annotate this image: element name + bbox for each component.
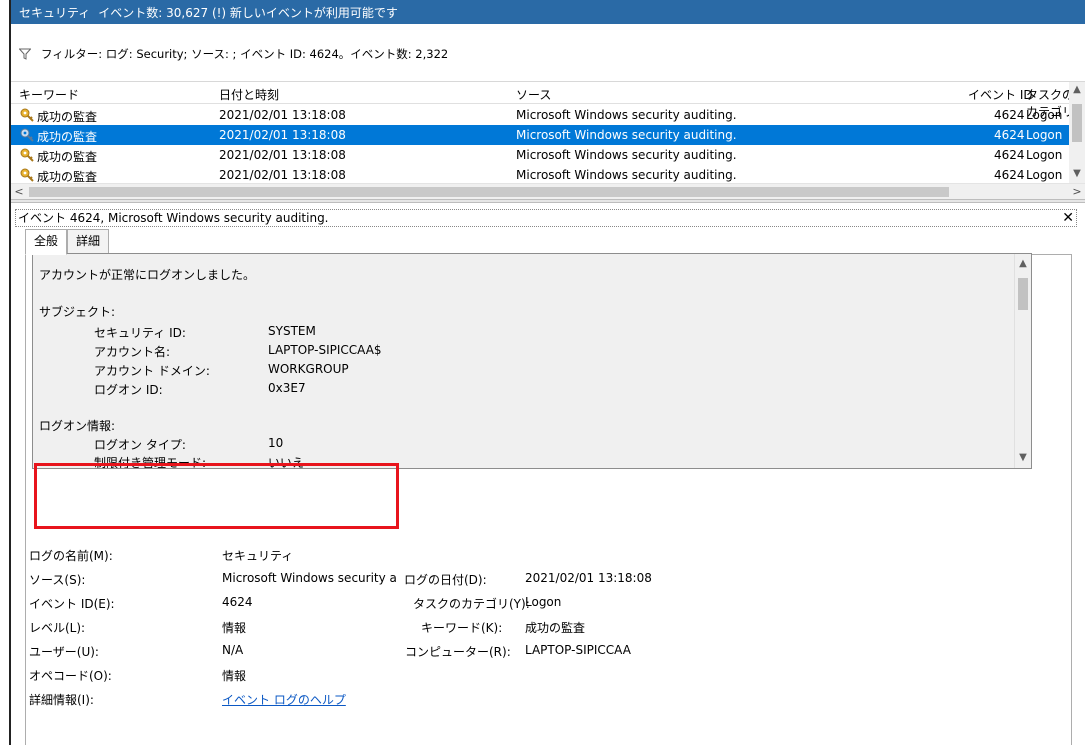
detail-tabs: 全般 詳細 (25, 229, 110, 255)
task-category-value: Logon (525, 595, 562, 609)
column-header-event-id[interactable]: イベント ID (968, 86, 1033, 103)
key-icon (20, 128, 34, 142)
log-name-label: ログの名前(M): (29, 549, 113, 563)
filter-icon (19, 48, 31, 60)
scroll-up-arrow-icon[interactable]: ▲ (1069, 82, 1085, 98)
subject-value: LAPTOP-SIPICCAA$ (268, 343, 382, 357)
scroll-down-arrow-icon[interactable]: ▼ (1069, 166, 1085, 182)
column-header-keyword[interactable]: キーワード (19, 86, 79, 103)
logon-info-highlight-box (34, 463, 399, 529)
subject-header: サブジェクト: (39, 305, 116, 319)
level-value: 情報 (222, 621, 247, 635)
row-task: Logon (1026, 168, 1063, 182)
event-list: キーワード 日付と時刻 ソース イベント ID タスクのカテゴリ 成功の監査 2… (11, 82, 1085, 199)
keywords-label: キーワード(K): (421, 621, 503, 635)
logon-label: ログオン タイプ: (94, 438, 186, 452)
row-task: Logon (1026, 128, 1063, 142)
tab-details[interactable]: 詳細 (67, 229, 110, 253)
subject-label: ログオン ID: (94, 383, 163, 397)
row-datetime: 2021/02/01 13:18:08 (219, 168, 346, 182)
event-viewer-window: セキュリティ イベント数: 30,627 (!) 新しいイベントが利用可能です … (9, 0, 1085, 745)
computer-label: コンピューター(R): (405, 645, 511, 659)
row-event-id: 4624 (994, 148, 1025, 162)
subject-label: アカウント名: (94, 345, 171, 359)
log-name-value: セキュリティ (222, 549, 294, 563)
column-header-datetime[interactable]: 日付と時刻 (219, 86, 279, 103)
source-value: Microsoft Windows security a (222, 571, 397, 585)
table-row-selected[interactable]: 成功の監査 2021/02/01 13:18:08 Microsoft Wind… (11, 125, 1070, 145)
subject-label: アカウント ドメイン: (94, 364, 210, 378)
keywords-value: 成功の監査 (525, 621, 586, 635)
logon-info-header: ログオン情報: (39, 419, 116, 433)
row-keyword: 成功の監査 (37, 130, 98, 144)
column-header-source[interactable]: ソース (516, 86, 551, 103)
row-source: Microsoft Windows security auditing. (516, 148, 737, 162)
user-value: N/A (222, 643, 244, 657)
table-row[interactable]: 成功の監査 2021/02/01 13:18:08 Microsoft Wind… (11, 145, 1070, 165)
scroll-left-arrow-icon[interactable]: < (11, 184, 27, 200)
close-icon[interactable]: ✕ (1062, 210, 1074, 226)
event-list-horizontal-scrollbar[interactable]: < > (11, 183, 1085, 199)
log-title-bar: セキュリティ イベント数: 30,627 (!) 新しいイベントが利用可能です (11, 0, 1085, 24)
key-icon (20, 148, 34, 162)
subject-value: SYSTEM (268, 324, 316, 338)
row-source: Microsoft Windows security auditing. (516, 128, 737, 142)
row-source: Microsoft Windows security auditing. (516, 168, 737, 182)
tab-general[interactable]: 全般 (25, 229, 68, 255)
row-datetime: 2021/02/01 13:18:08 (219, 148, 346, 162)
event-count-status: イベント数: 30,627 (!) 新しいイベントが利用可能です (98, 5, 398, 20)
scroll-thumb[interactable] (1072, 104, 1082, 142)
scroll-down-arrow-icon[interactable]: ▼ (1015, 450, 1031, 466)
event-rows: 成功の監査 2021/02/01 13:18:08 Microsoft Wind… (11, 105, 1070, 185)
key-icon (20, 168, 34, 182)
row-task: Logon (1026, 108, 1063, 122)
event-detail-title: イベント 4624, Microsoft Windows security au… (15, 209, 1077, 227)
table-row[interactable]: 成功の監査 2021/02/01 13:18:08 Microsoft Wind… (11, 105, 1070, 125)
logged-value: 2021/02/01 13:18:08 (525, 571, 652, 585)
computer-value: LAPTOP-SIPICCAA (525, 643, 631, 657)
subject-value: 0x3E7 (268, 381, 306, 395)
row-event-id: 4624 (994, 128, 1025, 142)
row-event-id: 4624 (994, 108, 1025, 122)
scroll-up-arrow-icon[interactable]: ▲ (1015, 256, 1031, 272)
more-info-label: 詳細情報(I): (29, 693, 94, 707)
filter-text: フィルター: ログ: Security; ソース: ; イベント ID: 462… (41, 47, 449, 61)
event-list-header: キーワード 日付と時刻 ソース イベント ID タスクのカテゴリ (11, 82, 1085, 119)
row-datetime: 2021/02/01 13:18:08 (219, 108, 346, 122)
scroll-thumb[interactable] (1018, 278, 1028, 310)
description-intro: アカウントが正常にログオンしました。 (39, 268, 256, 282)
row-event-id: 4624 (994, 168, 1025, 182)
subject-label: セキュリティ ID: (94, 326, 186, 340)
source-label: ソース(S): (29, 573, 86, 587)
row-datetime: 2021/02/01 13:18:08 (219, 128, 346, 142)
opcode-label: オペコード(O): (29, 669, 112, 683)
event-list-vertical-scrollbar[interactable]: ▲ ▼ (1069, 82, 1085, 183)
table-row[interactable]: 成功の監査 2021/02/01 13:18:08 Microsoft Wind… (11, 165, 1070, 185)
scroll-thumb[interactable] (29, 187, 949, 197)
task-category-label: タスクのカテゴリ(Y): (413, 597, 530, 611)
event-id-label: イベント ID(E): (29, 597, 115, 611)
level-label: レベル(L): (29, 621, 86, 635)
event-detail-title-text: イベント 4624, Microsoft Windows security au… (18, 211, 329, 225)
filter-bar: フィルター: ログ: Security; ソース: ; イベント ID: 462… (11, 24, 1085, 82)
scroll-right-arrow-icon[interactable]: > (1069, 184, 1085, 200)
log-name: セキュリティ (19, 5, 91, 20)
logon-value: 10 (268, 436, 284, 450)
row-keyword: 成功の監査 (37, 110, 98, 124)
event-description-box[interactable]: アカウントが正常にログオンしました。 サブジェクト: セキュリティ ID: SY… (32, 253, 1032, 469)
event-log-help-link[interactable]: イベント ログのヘルプ (222, 691, 346, 708)
row-keyword: 成功の監査 (37, 150, 98, 164)
logged-label: ログの日付(D): (404, 573, 487, 587)
event-id-value: 4624 (222, 595, 253, 609)
row-source: Microsoft Windows security auditing. (516, 108, 737, 122)
opcode-value: 情報 (222, 669, 247, 683)
row-task: Logon (1026, 148, 1063, 162)
description-scrollbar[interactable]: ▲ ▼ (1014, 254, 1031, 468)
user-label: ユーザー(U): (29, 645, 99, 659)
key-icon (20, 108, 34, 122)
subject-value: WORKGROUP (268, 362, 349, 376)
